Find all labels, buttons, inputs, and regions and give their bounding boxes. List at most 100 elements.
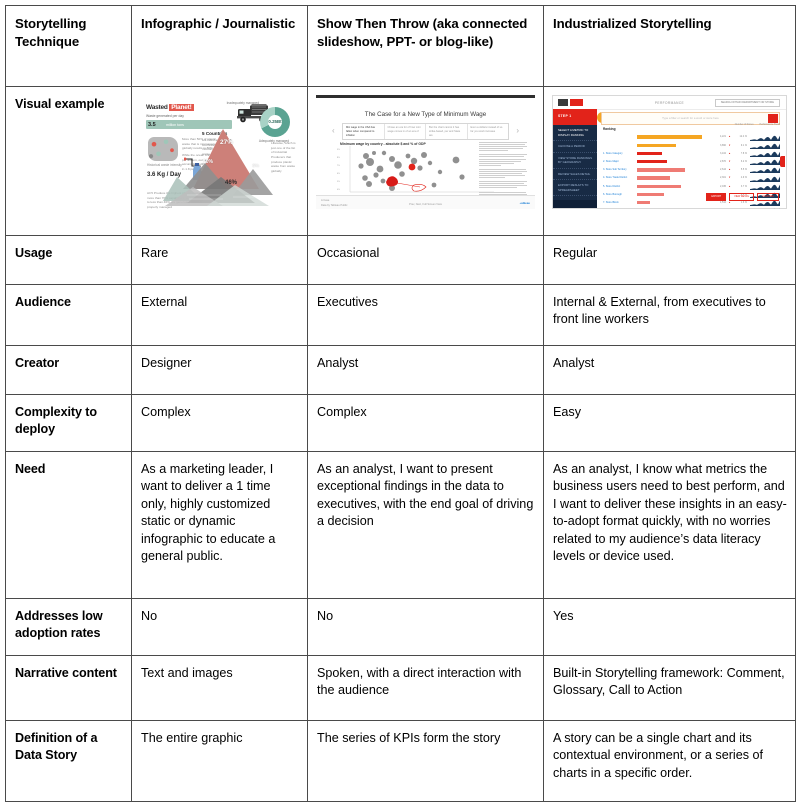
article-title: The Case for a New Type of Minimum Wage [364, 111, 487, 118]
performance-sparkline [750, 151, 780, 157]
ranking-value: 2,870 [720, 160, 726, 163]
ranking-row[interactable]: 5. Store District 2,045 ▲ 3.7 % [603, 182, 780, 190]
sidebar-item-0[interactable]: SELECT A METRIC TO DISPLAY RANKING [553, 125, 597, 141]
thumbnail-slideshow: The Case for a New Type of Minimum Wage … [316, 95, 535, 209]
ranking-delta-icon: ▲ [728, 184, 731, 188]
cell-complexity-slideshow: Complex [307, 394, 544, 452]
side-tab-handle[interactable] [780, 156, 785, 167]
ranking-change: 4.9 % [740, 176, 747, 180]
comparison-table-page: Storytelling Technique Infographic / Jou… [0, 5, 800, 802]
ranking-change: 1.6 % [740, 200, 747, 204]
article-footer-bar[interactable]: A Case Prev, Next, Full Screen View Data… [316, 195, 535, 209]
ranking-delta-icon: ▲ [728, 135, 731, 139]
article-step-2[interactable]: But the chart cannot it has strike-based… [426, 124, 468, 139]
ranking-row[interactable]: 3. Store Sub Territory 2,644 ▲ 5.5 % [603, 166, 780, 174]
sidebar-item-label: VIEW STORE RANKINGS BY GEOGRAPHY [558, 155, 592, 165]
cell-usage-industrialized: Regular [543, 235, 796, 285]
ranking-row[interactable]: 3,890 ▼ 9.1 % [603, 141, 780, 149]
ranking-delta-icon: ▼ [728, 176, 731, 180]
table-row-creator: Creator Designer Analyst Analyst [5, 345, 796, 395]
row-label-definition: Definition of a Data Story [5, 720, 132, 802]
row-label-adoption: Addresses low adoption rates [5, 598, 132, 656]
compare-button[interactable]: COMPARE [757, 192, 779, 201]
donut-label-top: Inadequately managed [226, 101, 259, 105]
row-label-usage: Usage [5, 235, 132, 285]
ranking-bar-track [637, 168, 712, 172]
export-button[interactable]: EXPORT [706, 192, 727, 201]
performance-sparkline [750, 184, 780, 190]
cell-narrative-industrialized: Built-in Storytelling framework: Comment… [543, 655, 796, 721]
ranking-value: 2,301 [720, 176, 726, 180]
article-paragraph [479, 154, 527, 166]
mountain-percent-1: 10% [202, 159, 213, 165]
column-header-industrialized: Industrialized Storytelling [543, 5, 796, 87]
next-arrow-icon[interactable]: › [516, 125, 519, 136]
performance-sparkline [750, 143, 780, 149]
row-label-audience: Audience [5, 284, 132, 346]
article-step-1[interactable]: Chose an era for of how mini wage comes … [385, 124, 426, 139]
sidebar-item-1[interactable]: CHOOSE A PERIOD [553, 141, 597, 153]
row-label-need: Need [5, 451, 132, 599]
cell-complexity-industrialized: Easy [543, 394, 796, 452]
ranking-title: Ranking [603, 127, 616, 131]
ranking-row-label: 1. Store Category [603, 151, 623, 155]
sidebar-item-2[interactable]: VIEW STORE RANKINGS BY GEOGRAPHY [553, 153, 597, 169]
infographic-title: Wasted Planet! [146, 104, 194, 111]
ranking-value: 2,045 [720, 184, 726, 188]
ranking-bar [637, 143, 676, 147]
ranking-row[interactable]: 4,221 ▲ 12.4 % [603, 133, 780, 141]
table-row-need: Need As a marketing leader, I want to de… [5, 451, 796, 599]
search-submit-button[interactable] [768, 114, 778, 123]
cell-adoption-industrialized: Yes [543, 598, 796, 656]
cell-creator-slideshow: Analyst [307, 345, 544, 395]
ranking-value: 3,890 [720, 143, 726, 147]
ranking-bar-track [637, 135, 712, 139]
prev-arrow-icon[interactable]: ‹ [332, 125, 335, 136]
infographic-headline-value: 3.5 [148, 121, 156, 128]
ranking-row[interactable]: 2. Store Major 2,870 ▼ 6.2 % [603, 158, 780, 166]
table-row-audience: Audience External Executives Internal & … [5, 284, 796, 346]
cell-audience-slideshow: Executives [307, 284, 544, 346]
column-header-infographic: Infographic / Journalistic [131, 5, 308, 87]
ranking-value: 3,102 [720, 151, 726, 155]
ranking-bar [637, 151, 662, 156]
cell-creator-infographic: Designer [131, 345, 308, 395]
wasted-planet-infographic: Wasted Planet! Waste generated per day 3… [140, 95, 299, 209]
mountain-chart-illustration [163, 129, 273, 206]
svg-text:8%: 8% [337, 157, 340, 159]
visual-example-slideshow-cell: The Case for a New Type of Minimum Wage … [307, 86, 544, 236]
footer-note: Data by Tableau Public [321, 204, 348, 207]
ranking-row[interactable]: 8. Store Cluster Number1,104▼0.9 % [603, 207, 780, 209]
cell-usage-slideshow: Occasional [307, 235, 544, 285]
ranking-change: 7.8 % [740, 151, 747, 155]
dashboard-top-button[interactable]: SEARCH WITHIN DEPARTMENT OR STORE [714, 98, 780, 108]
table-row-visual-example: Visual example Wasted Planet! Waste gene… [5, 86, 796, 236]
sidebar-item-4[interactable]: EXPORT RESULTS TO SPREADSHEET [553, 180, 597, 196]
article-step-3[interactable]: Even a dollars instead of so far you wor… [468, 124, 509, 139]
sidebar-item-3[interactable]: REVIEW SALES DETAIL [553, 169, 597, 180]
column-header-technique: Storytelling Technique [5, 5, 132, 87]
ranking-bar-track [637, 159, 712, 164]
sidebar-step-header: STEP 1 [553, 109, 597, 125]
article-step-0[interactable]: Min wage in the USA has fallen when comp… [343, 124, 385, 139]
cell-narrative-slideshow: Spoken, with a direct interaction with t… [307, 655, 544, 721]
ranking-row[interactable]: 4. Store Trade District 2,301 ▼ 4.9 % [603, 174, 780, 182]
ranking-row[interactable]: 1. Store Category 3,102 ▲ 7.8 % [603, 149, 780, 157]
table-row-adoption: Addresses low adoption rates No No Yes [5, 598, 796, 656]
article-paragraph [479, 181, 527, 189]
ranking-row-label: 4. Store Trade District [603, 176, 628, 180]
dashboard-top-bar: PERFORMANCE SEARCH WITHIN DEPARTMENT OR … [553, 96, 786, 110]
article-text-column [479, 142, 527, 199]
cell-need-infographic: As a marketing leader, I want to deliver… [131, 451, 308, 599]
cell-adoption-slideshow: No [307, 598, 544, 656]
row-label-visual-example: Visual example [5, 86, 132, 236]
view-detail-button[interactable]: VIEW DETAIL [729, 192, 755, 201]
article-step-nav[interactable]: Min wage in the USA has fallen when comp… [342, 123, 509, 140]
performance-sparkline [750, 159, 780, 166]
infographic-note-right: Likewise, which is just one of the list … [271, 141, 296, 173]
col-header-1: Performance Trend [759, 123, 780, 126]
visual-example-infographic-cell: Wasted Planet! Waste generated per day 3… [131, 86, 308, 236]
row-label-complexity: Complexity to deploy [5, 394, 132, 452]
thumbnail-infographic: Wasted Planet! Waste generated per day 3… [140, 95, 299, 209]
table-header-row: Storytelling Technique Infographic / Jou… [5, 5, 796, 87]
